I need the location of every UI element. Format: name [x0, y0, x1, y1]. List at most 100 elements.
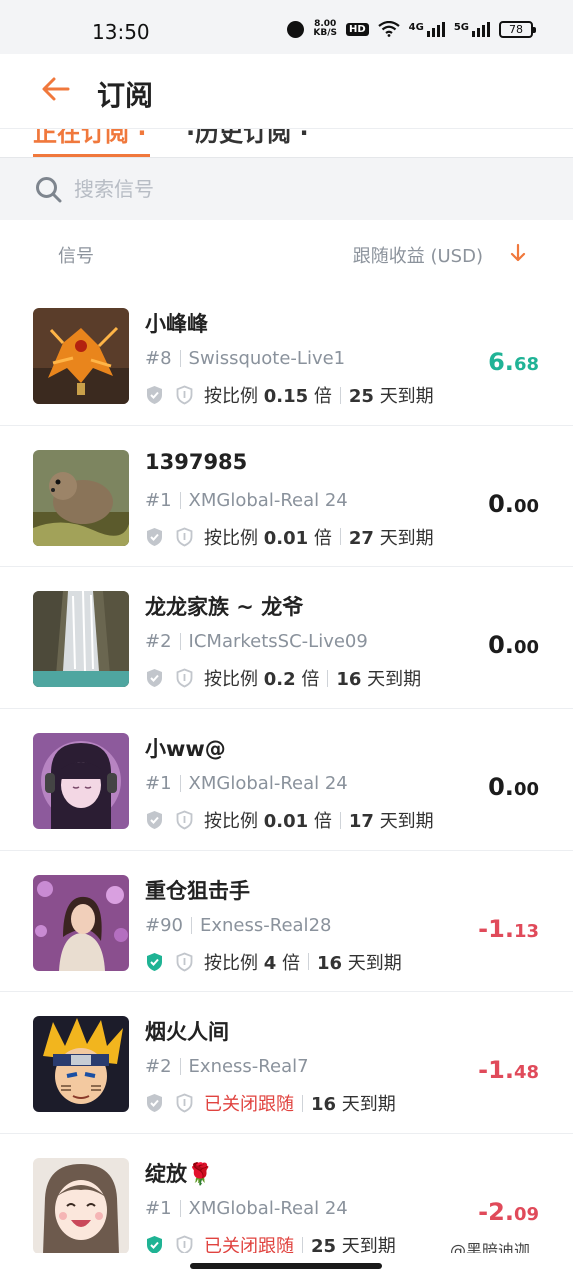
signal-name: 小ww@	[145, 737, 226, 762]
divider	[179, 491, 181, 509]
expire-info: 17 天到期	[348, 811, 434, 833]
signal-name: 龙龙家族 ~ 龙爷	[145, 595, 304, 620]
tab-active-indicator	[33, 154, 150, 157]
signal-broker: ICMarketsSC-Live09	[188, 631, 368, 653]
signal-broker: XMGlobal-Real 24	[188, 1198, 348, 1220]
home-indicator[interactable]	[190, 1263, 382, 1269]
signal-row[interactable]: 烟火人间 #2 Exness-Real7 已关闭跟随 16 天到期 -1.48	[0, 992, 573, 1135]
follow-profit: -1.13	[478, 914, 539, 943]
follow-profit: 0.00	[488, 489, 539, 518]
search-icon	[36, 177, 62, 203]
signal-broker-info: #1 XMGlobal-Real 24	[145, 1198, 348, 1219]
signal-broker: Exness-Real7	[188, 1056, 309, 1078]
hd-voice-icon: HD	[345, 22, 369, 36]
signal-follow-info: 按比例 0.2 倍 16 天到期	[145, 665, 421, 691]
tab-bar: 正在订阅 · ·历史订阅 ·	[0, 128, 573, 158]
list-header: 信号 跟随收益 (USD)	[0, 222, 573, 282]
signal-rank: #1	[145, 1198, 172, 1220]
search-input[interactable]	[74, 172, 514, 206]
signal-broker-info: #90 Exness-Real28	[145, 915, 331, 936]
status-bar: 13:50 8.00 KB/S HD 4G 5G 78	[0, 0, 573, 54]
shield-outline-icon	[176, 668, 193, 688]
shield-outline-icon	[176, 385, 193, 405]
divider	[179, 1058, 181, 1076]
follow-profit: -2.09	[478, 1198, 539, 1227]
follow-ratio: 按比例 0.15 倍	[204, 386, 332, 407]
signal-broker: Exness-Real28	[200, 914, 332, 936]
follow-ratio: 按比例 0.2 倍	[204, 669, 320, 691]
signal-rank: #90	[145, 914, 183, 936]
divider	[179, 775, 181, 793]
avatar	[33, 308, 129, 404]
signal-row[interactable]: 重仓狙击手 #90 Exness-Real28 按比例 4 倍 16 天到期 -…	[0, 850, 573, 993]
tab-active-subscriptions[interactable]: 正在订阅 ·	[33, 129, 146, 148]
signal-follow-info: 按比例 0.01 倍 17 天到期	[145, 807, 434, 833]
signal-broker-info: #2 ICMarketsSC-Live09	[145, 631, 368, 652]
search-bar	[0, 158, 573, 220]
expire-info: 27 天到期	[348, 527, 434, 549]
divider	[308, 953, 309, 971]
shield-check-icon	[147, 386, 162, 404]
signal-broker-info: #8 Swissquote-Live1	[145, 348, 345, 369]
signal-name: 重仓狙击手	[145, 878, 250, 903]
signal-broker-info: #1 XMGlobal-Real 24	[145, 773, 348, 794]
avatar	[33, 1158, 129, 1255]
divider	[302, 1094, 303, 1112]
follow-profit: -1.48	[478, 1056, 539, 1085]
signal-name: 绽放🌹	[145, 1162, 214, 1187]
signal-row[interactable]: 小峰峰 #8 Swissquote-Live1 按比例 0.15 倍 25 天到…	[0, 284, 573, 426]
signal-name: 小峰峰	[145, 312, 208, 336]
signal-rank: #1	[145, 773, 172, 795]
signal-broker: XMGlobal-Real 24	[188, 773, 348, 795]
shield-outline-icon	[176, 952, 193, 972]
signal-follow-info: 按比例 0.15 倍 25 天到期	[145, 382, 434, 408]
divider	[179, 633, 181, 651]
column-header-profit[interactable]: 跟随收益 (USD)	[353, 242, 483, 268]
shield-check-icon	[147, 952, 162, 971]
shield-outline-icon	[176, 527, 193, 547]
app-header: 订阅	[0, 54, 573, 130]
follow-closed-label: 已关闭跟随	[204, 1094, 294, 1116]
shield-check-icon	[147, 527, 162, 546]
signal-broker-info: #2 Exness-Real7	[145, 1056, 309, 1077]
shield-outline-icon	[176, 810, 193, 830]
signal-5g-icon: 5G	[454, 21, 490, 37]
alarm-icon	[287, 20, 305, 38]
follow-ratio: 按比例 0.01 倍	[204, 527, 332, 549]
shield-check-icon	[147, 811, 162, 830]
expire-info: 16 天到期	[311, 1094, 396, 1116]
avatar	[33, 1016, 129, 1113]
signal-row[interactable]: 1397985 #1 XMGlobal-Real 24 按比例 0.01 倍 2…	[0, 425, 573, 568]
follow-profit: 0.00	[488, 773, 539, 802]
divider	[327, 669, 329, 687]
divider	[179, 350, 181, 367]
status-time: 13:50	[92, 20, 150, 44]
signal-name: 烟火人间	[145, 1020, 229, 1045]
signal-list: 小峰峰 #8 Swissquote-Live1 按比例 0.15 倍 25 天到…	[0, 284, 573, 1276]
divider	[191, 916, 192, 934]
wifi-icon	[377, 21, 400, 37]
signal-rank: #2	[145, 631, 172, 653]
avatar	[33, 733, 129, 830]
divider	[302, 1236, 303, 1254]
signal-4g-icon: 4G	[409, 21, 445, 37]
column-header-signal: 信号	[58, 246, 94, 267]
signal-row[interactable]: 小ww@ #1 XMGlobal-Real 24 按比例 0.01 倍 17 天…	[0, 709, 573, 851]
arrow-down-icon[interactable]	[508, 242, 528, 264]
status-icons: 8.00 KB/S HD 4G 5G 78	[287, 20, 536, 38]
shield-check-icon	[147, 669, 162, 688]
shield-outline-icon	[176, 1093, 193, 1113]
expire-info: 16 天到期	[317, 952, 402, 974]
tab-history-subscriptions[interactable]: ·历史订阅 ·	[186, 129, 309, 148]
avatar	[33, 874, 129, 971]
expire-info: 25 天到期	[348, 386, 434, 407]
gesture-bar	[0, 1253, 573, 1280]
signal-broker: XMGlobal-Real 24	[188, 489, 348, 511]
signal-row[interactable]: 龙龙家族 ~ 龙爷 #2 ICMarketsSC-Live09 按比例 0.2 …	[0, 567, 573, 710]
arrow-left-icon[interactable]	[38, 72, 78, 106]
signal-name: 1397985	[145, 449, 248, 474]
divider	[339, 528, 341, 546]
avatar	[33, 449, 129, 546]
expire-info: 16 天到期	[336, 669, 422, 691]
shield-check-icon	[147, 1094, 162, 1113]
